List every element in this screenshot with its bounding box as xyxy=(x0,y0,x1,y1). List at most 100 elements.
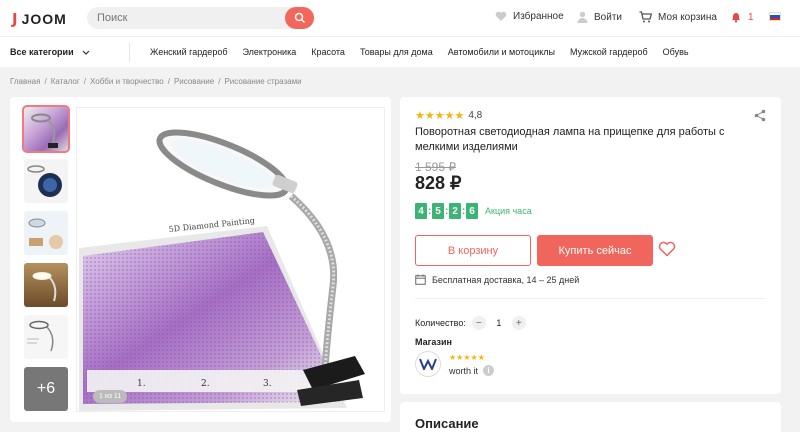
search-input[interactable] xyxy=(97,10,277,26)
lamp-parts-thumb-image xyxy=(28,218,63,249)
cart-label: Моя корзина xyxy=(658,11,717,23)
add-to-cart-button[interactable]: В корзину xyxy=(415,235,531,266)
category-link[interactable]: Электроника xyxy=(242,47,296,57)
share-icon xyxy=(754,109,766,122)
login-link[interactable]: Войти xyxy=(577,11,622,23)
thumbnail-1[interactable] xyxy=(22,105,70,153)
breadcrumb-separator: / xyxy=(83,77,87,86)
category-link[interactable]: Мужской гардероб xyxy=(570,47,648,57)
flag-stripe-red xyxy=(770,17,780,20)
strip-number: 3. xyxy=(263,379,272,389)
thumbnail-4[interactable] xyxy=(24,263,68,307)
cart-icon xyxy=(639,11,652,23)
info-icon[interactable]: i xyxy=(483,365,495,376)
current-price: 828 ₽ xyxy=(415,173,462,193)
image-counter: 1 из 11 xyxy=(93,390,128,403)
more-images-button[interactable]: +6 xyxy=(24,367,68,411)
lamp-detail-thumb-image xyxy=(27,165,62,197)
add-favorite-button[interactable] xyxy=(658,241,676,260)
share-button[interactable] xyxy=(754,109,766,125)
calendar-icon xyxy=(415,274,426,285)
category-link[interactable]: Товары для дома xyxy=(360,47,433,57)
lamp-product-image: 5D Diamond Painting 1. 2. 3. 4. xyxy=(79,129,365,411)
store-rating-stars-icon: ★★★★★ xyxy=(449,353,485,362)
thumbnail-3[interactable] xyxy=(24,211,68,255)
promo-timer: 4 : 5 : 2 : 6 Акция часа xyxy=(415,203,532,219)
logo-mark: J xyxy=(12,10,18,28)
description-section: Описание xyxy=(400,402,781,432)
main-product-image[interactable]: 5D Diamond Painting 1. 2. 3. 4. 1 из 11 xyxy=(76,107,385,412)
category-divider xyxy=(129,43,130,62)
notifications-button[interactable]: 1 xyxy=(730,11,754,23)
product-info-card: ★★★★★ 4,8 Поворотная светодиодная лампа … xyxy=(400,97,781,394)
promo-label: Акция часа xyxy=(485,206,532,216)
store-name-row[interactable]: worth it i xyxy=(449,365,495,376)
product-title: Поворотная светодиодная лампа на прищепк… xyxy=(415,126,725,153)
category-link[interactable]: Красота xyxy=(311,47,345,57)
decrease-quantity-button[interactable]: − xyxy=(471,316,486,330)
breadcrumb-separator: / xyxy=(44,77,47,86)
category-link[interactable]: Автомобили и мотоциклы xyxy=(448,47,555,57)
timer-digit: 4 xyxy=(415,203,427,219)
lamp-diagram-thumb-image xyxy=(27,320,54,352)
joom-logo[interactable]: J JOOM xyxy=(12,10,67,28)
timer-digit: 2 xyxy=(449,203,461,219)
category-bar: Все категории Женский гардероб Электрони… xyxy=(0,36,800,67)
search-button[interactable] xyxy=(285,7,314,29)
breadcrumb-item[interactable]: Рисование стразами xyxy=(224,77,301,86)
store-logo[interactable] xyxy=(415,351,441,377)
all-categories-label: Все категории xyxy=(10,47,74,57)
store-logo-icon xyxy=(419,358,437,370)
lamp-thumb-image xyxy=(31,113,58,148)
increase-quantity-button[interactable]: + xyxy=(511,316,526,330)
logo-text: JOOM xyxy=(21,11,67,27)
product-rating[interactable]: ★★★★★ 4,8 xyxy=(415,109,482,122)
store-name: worth it xyxy=(449,365,479,376)
chevron-down-icon xyxy=(82,50,90,55)
delivery-text: Бесплатная доставка, 14 – 25 дней xyxy=(432,274,580,285)
quantity-label: Количество: xyxy=(415,318,466,328)
breadcrumb-item[interactable]: Главная xyxy=(10,77,40,86)
buy-now-button[interactable]: Купить сейчас xyxy=(537,235,653,266)
timer-colon: : xyxy=(462,205,466,217)
breadcrumb: Главная / Каталог / Хобби и творчество /… xyxy=(10,77,302,86)
timer-digit: 6 xyxy=(466,203,478,219)
timer-colon: : xyxy=(445,205,449,217)
store-label: Магазин xyxy=(415,337,452,347)
search-box xyxy=(87,7,314,29)
all-categories-dropdown[interactable]: Все категории xyxy=(10,47,90,57)
top-header: J JOOM Избранное Войти Моя корзина xyxy=(0,0,800,36)
favorites-link[interactable]: Избранное xyxy=(495,11,564,22)
search-icon xyxy=(294,12,305,24)
rating-stars-icon: ★★★★★ xyxy=(415,110,465,122)
favorites-label: Избранное xyxy=(513,11,564,22)
russia-flag-icon[interactable] xyxy=(769,12,781,21)
description-title: Описание xyxy=(415,416,479,431)
timer-colon: : xyxy=(428,205,432,217)
quantity-value[interactable]: 1 xyxy=(492,318,506,328)
bell-icon xyxy=(732,13,740,23)
more-images-label: +6 xyxy=(36,380,56,397)
cart-link[interactable]: Моя корзина xyxy=(639,11,717,23)
section-divider xyxy=(415,298,766,299)
timer-digit: 5 xyxy=(432,203,444,219)
product-gallery: +6 5D Diamond Painting 1. 2. 3. 1 из 11 xyxy=(10,97,391,422)
login-label: Войти xyxy=(594,11,622,23)
category-link[interactable]: Женский гардероб xyxy=(150,47,227,57)
breadcrumb-item[interactable]: Каталог xyxy=(51,77,80,86)
strip-number: 1. xyxy=(137,379,146,389)
thumbnail-5[interactable] xyxy=(24,315,68,359)
heart-outline-icon xyxy=(658,241,676,257)
category-link[interactable]: Обувь xyxy=(663,47,689,57)
thumbnail-2[interactable] xyxy=(24,159,68,203)
delivery-info: Бесплатная доставка, 14 – 25 дней xyxy=(415,274,579,285)
lamp-on-table-thumb-image xyxy=(32,272,57,302)
rating-value: 4,8 xyxy=(468,110,483,121)
breadcrumb-item[interactable]: Хобби и творчество xyxy=(90,77,164,86)
quantity-stepper: Количество: − 1 + xyxy=(415,316,526,330)
breadcrumb-item[interactable]: Рисование xyxy=(174,77,214,86)
notification-count: 1 xyxy=(748,11,754,23)
user-icon xyxy=(577,11,588,23)
breadcrumb-separator: / xyxy=(167,77,170,86)
breadcrumb-separator: / xyxy=(218,77,221,86)
